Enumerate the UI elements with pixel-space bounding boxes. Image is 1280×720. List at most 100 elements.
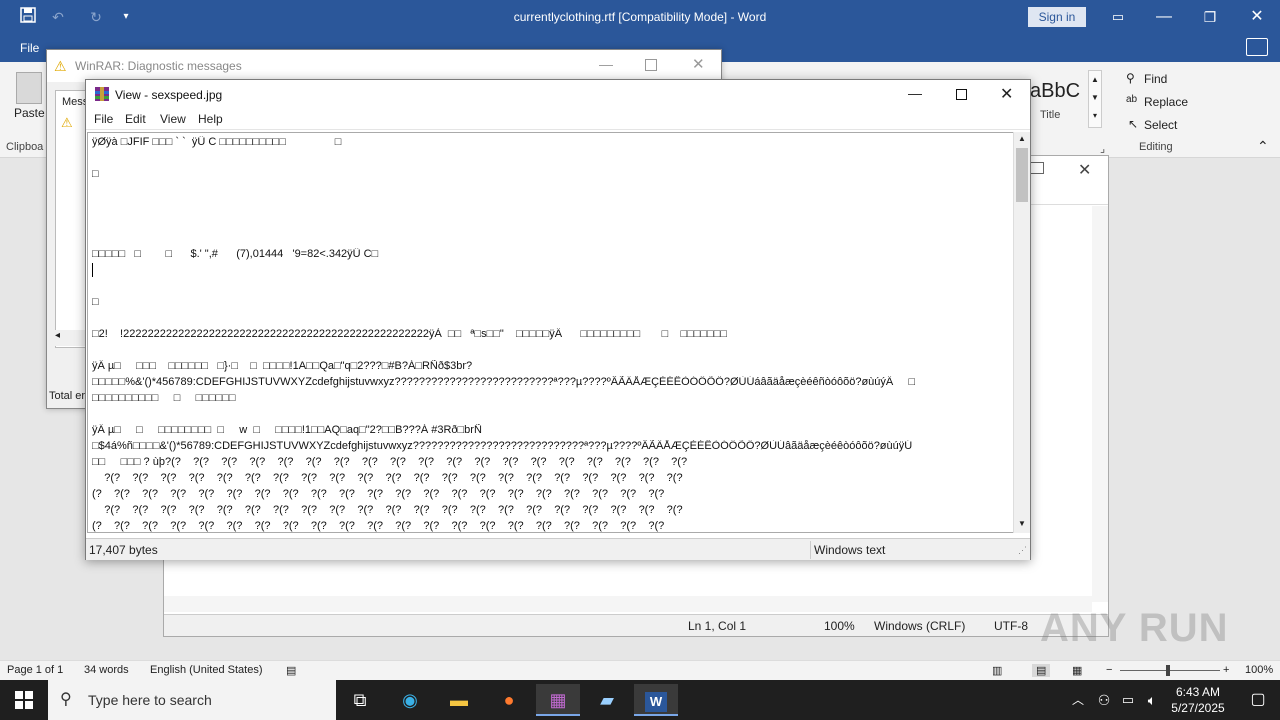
winrar-title: WinRAR: Diagnostic messages <box>75 59 242 73</box>
content-line: □ <box>92 168 99 180</box>
styles-scroll[interactable]: ▲ ▼ ▾ <box>1088 70 1102 128</box>
file-size: 17,407 bytes <box>89 543 158 557</box>
menu-help[interactable]: Help <box>198 112 223 126</box>
show-hidden-icons[interactable]: ︿ <box>1066 684 1090 716</box>
word-titlebar: ↶ ↻ ▾ currentlyclothing.rtf [Compatibili… <box>0 0 1280 34</box>
winrar-app-icon <box>94 86 110 102</box>
edge-icon[interactable]: ◉ <box>388 684 432 716</box>
view-minimize-button[interactable]: — <box>908 85 922 101</box>
view-title: View - sexspeed.jpg <box>115 88 223 102</box>
search-icon: ⚲ <box>60 691 72 708</box>
file-tab[interactable]: File <box>20 41 39 55</box>
comments-icon[interactable] <box>1246 38 1268 56</box>
menu-view[interactable]: View <box>160 112 186 126</box>
word-taskbar-icon[interactable]: W <box>634 684 678 716</box>
language[interactable]: English (United States) <box>150 664 263 676</box>
clock-time: 6:43 AM <box>1175 685 1221 699</box>
accessibility-icon[interactable]: ▤ <box>286 664 296 677</box>
winrar-titlebar[interactable]: ⚠ WinRAR: Diagnostic messages — ✕ <box>47 50 721 82</box>
paste-label[interactable]: Paste <box>14 106 45 120</box>
notepad-taskbar-icon[interactable]: ▰ <box>585 684 629 716</box>
warning-icon: ⚠ <box>54 58 67 74</box>
view-status-bar: 17,407 bytes Windows text ⋰ <box>86 538 1030 560</box>
view-vertical-scrollbar[interactable]: ▲ ▼ <box>1013 132 1030 533</box>
content-line: □□□□□ □ □ $.' ",# (7),01444 '9=82<.342ÿÛ… <box>92 248 379 260</box>
ribbon-display-options-icon[interactable]: ▭ <box>1095 0 1141 34</box>
content-line: ÿÄ µ□ □□□ □□□□□□ □}·□ □ □□□□!1A□□Qa□"q□2… <box>92 360 473 372</box>
web-layout-icon[interactable]: ▦ <box>1072 664 1082 677</box>
word-restore-button[interactable]: ❐ <box>1187 0 1233 34</box>
sign-in-button[interactable]: Sign in <box>1028 7 1086 27</box>
network-icon[interactable]: ▭ <box>1116 684 1140 716</box>
content-line: □2! !22222222222222222222222222222222222… <box>92 328 727 340</box>
search-placeholder[interactable]: Type here to search <box>88 692 212 708</box>
read-mode-icon[interactable]: ▥ <box>992 664 1002 677</box>
task-view-icon[interactable]: ⧉ <box>338 684 382 716</box>
view-close-button[interactable]: ✕ <box>1000 84 1013 104</box>
taskbar: ⚲ Type here to search ⧉ ◉ ▬ ● ▦ ▰ W ︿ ⚇ … <box>0 680 1280 720</box>
zoom-level[interactable]: 100% <box>1245 664 1273 676</box>
winrar-maximize-button[interactable] <box>645 59 657 71</box>
content-line: ?(? ?(? ?(? ?(? ?(? ?(? ?(? ?(? ?(? ?(? … <box>92 472 683 484</box>
replace-icon[interactable]: ab <box>1126 94 1137 105</box>
paste-icon[interactable] <box>16 72 42 104</box>
file-explorer-icon[interactable]: ▬ <box>437 684 481 716</box>
file-content-viewer[interactable]: ÿØÿà □JFIF □□□ ` ` ÿÛ C □□□□□□□□□□ □ □ □… <box>87 132 1014 533</box>
view-menu-bar: File Edit View Help <box>86 109 1030 130</box>
view-titlebar[interactable]: View - sexspeed.jpg — ✕ <box>86 80 1030 109</box>
styles-dialog-launcher-icon[interactable]: ⌟ <box>1100 142 1105 155</box>
zoom-slider[interactable] <box>1120 670 1220 671</box>
bg-close-icon[interactable]: ✕ <box>1078 160 1091 180</box>
resize-grip-icon[interactable]: ⋰ <box>1018 545 1027 556</box>
content-line: □□ □□□ ? ùþ?(? ?(? ?(? ?(? ?(? ?(? ?(? ?… <box>92 456 688 468</box>
clipboard-group-label: Clipboa <box>6 141 44 153</box>
bg-vertical-scrollbar[interactable] <box>1092 206 1108 602</box>
word-count[interactable]: 34 words <box>84 664 129 676</box>
view-maximize-button[interactable] <box>956 89 967 100</box>
people-icon[interactable]: ⚇ <box>1092 684 1116 716</box>
replace-button[interactable]: Replace <box>1144 95 1188 109</box>
zoom-in-icon[interactable]: + <box>1223 664 1229 676</box>
winrar-minimize-button[interactable]: — <box>599 56 613 72</box>
zoom-out-icon[interactable]: − <box>1106 664 1112 676</box>
page-count[interactable]: Page 1 of 1 <box>7 664 63 676</box>
word-window-title: currentlyclothing.rtf [Compatibility Mod… <box>513 10 767 24</box>
menu-file[interactable]: File <box>94 112 113 126</box>
scroll-up-icon[interactable]: ▲ <box>1018 134 1026 143</box>
winrar-taskbar-icon[interactable]: ▦ <box>536 684 580 716</box>
collapse-ribbon-icon[interactable]: ⌃ <box>1257 138 1269 155</box>
content-line: (? ?(? ?(? ?(? ?(? ?(? ?(? ?(? ?(? ?(? ?… <box>92 488 665 500</box>
taskbar-clock[interactable]: 6:43 AM 5/27/2025 <box>1160 684 1236 716</box>
content-line: □□□□□□□□□□ □ □□□□□□ <box>92 392 236 404</box>
select-icon[interactable]: ↖ <box>1128 117 1138 131</box>
start-button[interactable] <box>2 684 46 716</box>
content-line: □ <box>92 296 99 308</box>
word-status-bar: Page 1 of 1 34 words English (United Sta… <box>0 660 1280 680</box>
style-title-label[interactable]: Title <box>1040 109 1060 121</box>
bg-status-bar: Ln 1, Col 1 100% Windows (CRLF) UTF-8 <box>164 614 1108 636</box>
bg-horizontal-scrollbar[interactable] <box>164 596 1092 612</box>
taskbar-search[interactable]: ⚲ Type here to search <box>48 680 336 720</box>
content-line: ÿØÿà □JFIF □□□ ` ` ÿÛ C □□□□□□□□□□ □ <box>92 136 342 148</box>
view-window[interactable]: View - sexspeed.jpg — ✕ File Edit View H… <box>85 79 1031 560</box>
zoom-slider-thumb[interactable] <box>1166 665 1170 676</box>
find-button[interactable]: Find <box>1144 72 1167 86</box>
print-layout-icon[interactable]: ▤ <box>1032 664 1051 677</box>
find-icon[interactable]: ⚲ <box>1126 71 1135 85</box>
bg-encoding: UTF-8 <box>994 619 1028 633</box>
menu-edit[interactable]: Edit <box>125 112 146 126</box>
word-minimize-button[interactable]: — <box>1141 0 1187 34</box>
scroll-down-icon[interactable]: ▼ <box>1018 519 1026 528</box>
winrar-close-button[interactable]: ✕ <box>692 55 705 73</box>
bg-restore-icon[interactable] <box>1030 162 1044 174</box>
word-close-button[interactable]: ✕ <box>1234 0 1280 34</box>
text-cursor <box>92 263 93 277</box>
select-button[interactable]: Select <box>1144 118 1177 132</box>
style-title-preview[interactable]: aBbC <box>1030 80 1080 103</box>
scroll-thumb[interactable] <box>1016 148 1028 202</box>
bg-zoom: 100% <box>824 619 855 633</box>
firefox-icon[interactable]: ● <box>487 684 531 716</box>
notifications-icon[interactable]: ▢ <box>1236 684 1280 716</box>
content-line: ?(? ?(? ?(? ?(? ?(? ?(? ?(? ?(? ?(? ?(? … <box>92 504 683 516</box>
bg-cursor-position: Ln 1, Col 1 <box>688 619 747 633</box>
